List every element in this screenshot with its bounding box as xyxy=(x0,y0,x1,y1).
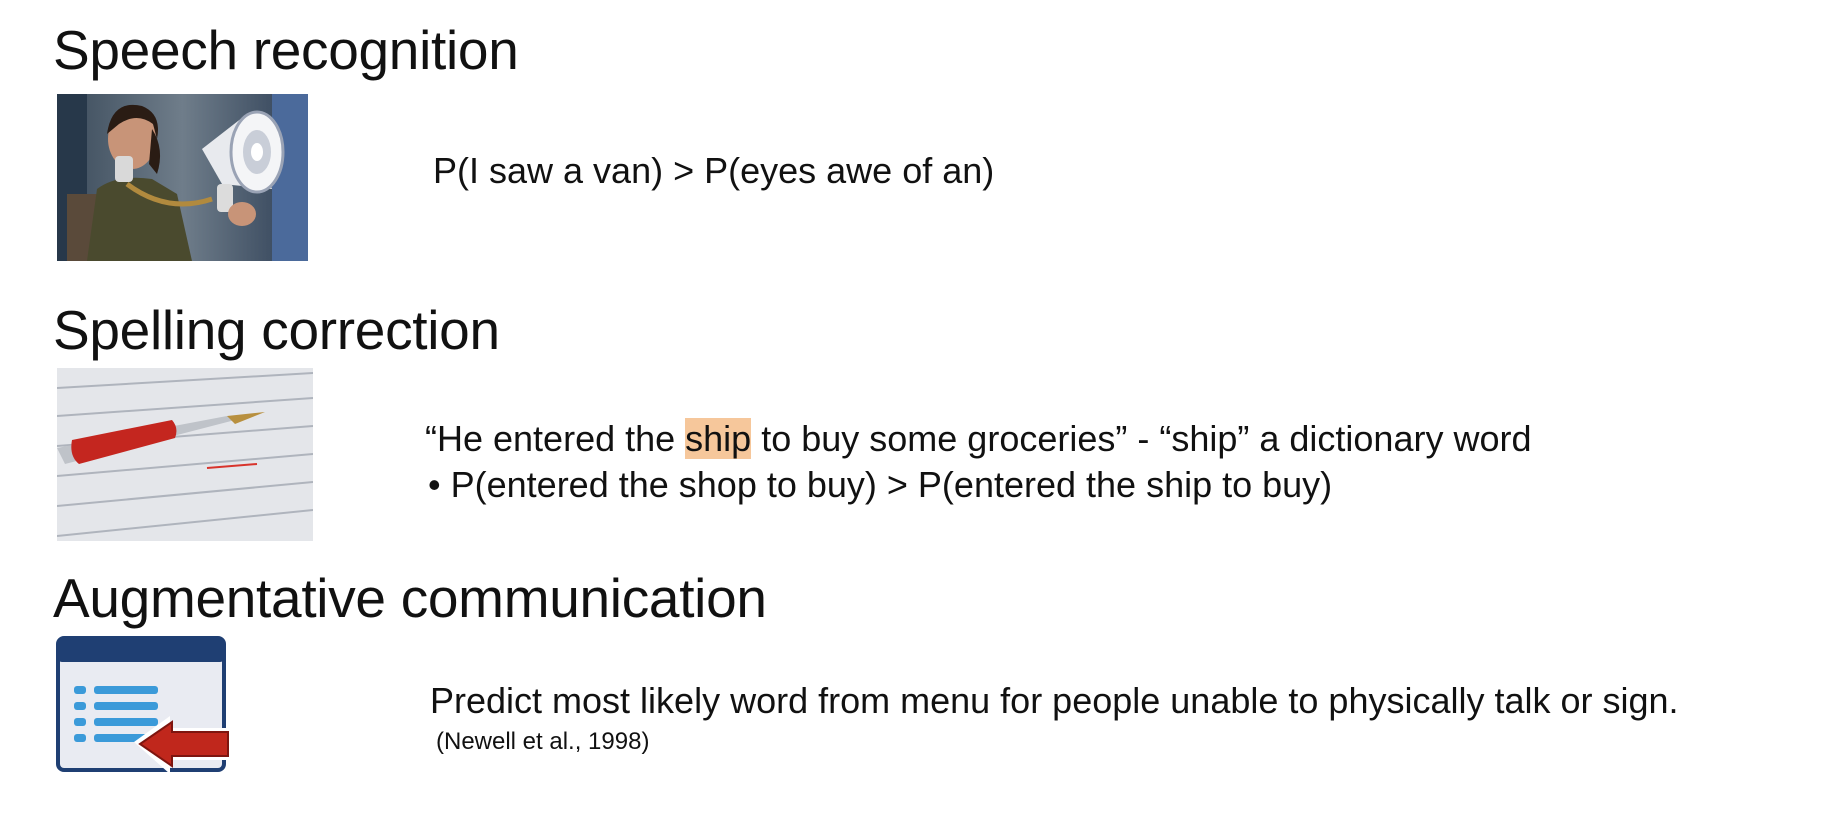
citation: (Newell et al., 1998) xyxy=(436,728,650,755)
heading-speech-recognition: Speech recognition xyxy=(53,19,519,81)
heading-augmentative-communication: Augmentative communication xyxy=(53,567,767,629)
spelling-bullet-line: • P(entered the shop to buy) > P(entered… xyxy=(428,464,1332,506)
red-pen-proofreading-photo xyxy=(57,368,313,541)
spelling-example-after: to buy some groceries” - “ship” a dictio… xyxy=(751,418,1532,459)
bullet-icon: • xyxy=(428,464,441,505)
spelling-probability-text: P(entered the shop to buy) > P(entered t… xyxy=(450,464,1333,505)
highlighted-word: ship xyxy=(685,418,752,459)
spelling-example-before: “He entered the xyxy=(425,418,686,459)
speech-probability-text: P(I saw a van) > P(eyes awe of an) xyxy=(433,150,995,191)
spelling-example-line: “He entered the ship to buy some groceri… xyxy=(425,418,1532,460)
augmentative-description: Predict most likely word from menu for p… xyxy=(430,680,1679,721)
heading-spelling-correction: Spelling correction xyxy=(53,299,500,361)
menu-list-arrow-icon xyxy=(56,636,236,788)
megaphone-photo xyxy=(57,94,308,261)
